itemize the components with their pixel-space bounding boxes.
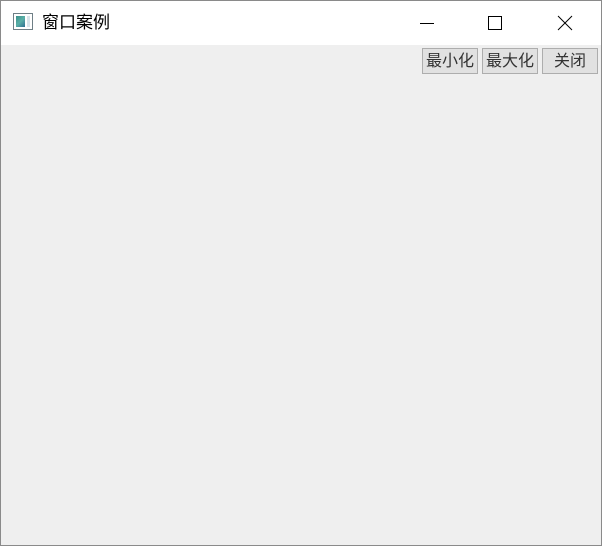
- close-icon: [557, 15, 573, 31]
- minimize-button[interactable]: 最小化: [422, 48, 478, 74]
- maximize-button[interactable]: 最大化: [482, 48, 538, 74]
- window-title: 窗口案例: [42, 13, 110, 33]
- app-window-icon: [13, 13, 33, 30]
- window-minimize-button[interactable]: [397, 1, 457, 45]
- window-maximize-button[interactable]: [465, 1, 525, 45]
- title-bar[interactable]: 窗口案例: [1, 1, 601, 45]
- main-window: 窗口案例 最小化 最大化 关闭: [0, 0, 602, 546]
- maximize-icon: [488, 16, 502, 30]
- minimize-icon: [420, 23, 434, 24]
- close-button[interactable]: 关闭: [542, 48, 598, 74]
- window-close-button[interactable]: [535, 1, 595, 45]
